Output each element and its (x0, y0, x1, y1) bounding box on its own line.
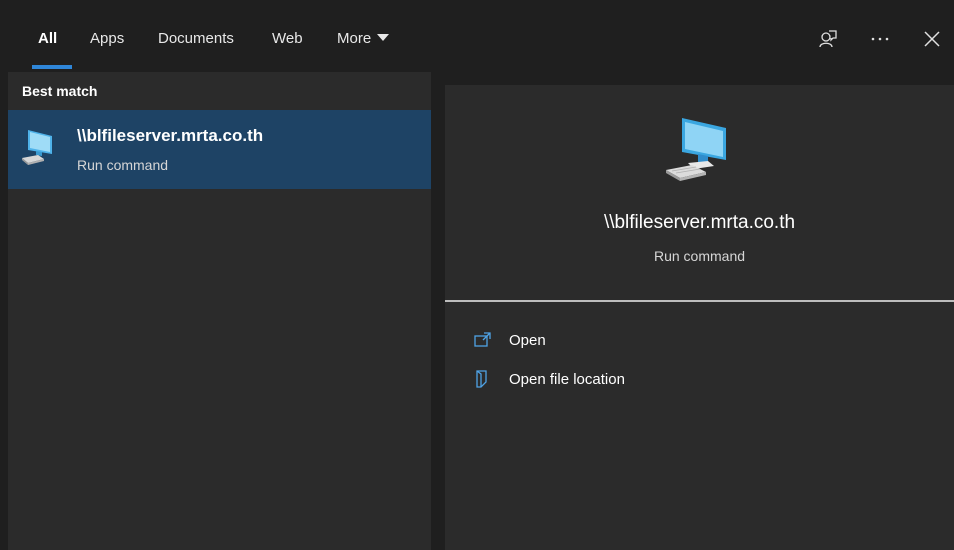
computer-icon (22, 130, 52, 165)
divider (445, 300, 954, 302)
tab-more[interactable]: More (337, 28, 390, 50)
best-match-heading: Best match (22, 83, 98, 99)
feedback-button[interactable] (813, 24, 843, 54)
chevron-down-icon (377, 34, 390, 41)
tab-apps[interactable]: Apps (90, 28, 124, 50)
more-options-icon (871, 37, 889, 41)
file-location-icon (473, 369, 493, 389)
detail-title: \\blfileserver.mrta.co.th (603, 212, 796, 233)
result-subtitle: Run command (77, 157, 169, 173)
search-tab-bar: All Apps Documents Web More (8, 0, 954, 72)
tab-documents[interactable]: Documents (158, 28, 234, 50)
open-label: Open (509, 331, 546, 349)
open-file-location-action[interactable]: Open file location (473, 367, 773, 391)
preview-pane: \\blfileserver.mrta.co.th Run command Op… (431, 72, 954, 550)
close-icon (924, 31, 940, 47)
tab-all[interactable]: All (38, 28, 57, 50)
open-icon (473, 330, 493, 350)
result-title: \\blfileserver.mrta.co.th (77, 126, 264, 145)
open-file-location-label: Open file location (509, 370, 625, 388)
search-window: All Apps Documents Web More Best match \… (8, 0, 954, 550)
detail-card: \\blfileserver.mrta.co.th Run command Op… (445, 85, 954, 550)
more-options-button[interactable] (865, 24, 895, 54)
active-tab-indicator (32, 65, 72, 69)
close-button[interactable] (917, 24, 947, 54)
computer-icon-large (666, 118, 726, 181)
best-match-result[interactable]: \\blfileserver.mrta.co.th Run command (8, 110, 431, 189)
tab-web[interactable]: Web (272, 28, 303, 50)
tab-more-label: More (337, 30, 372, 47)
detail-subtitle: Run command (653, 248, 746, 264)
feedback-icon (819, 30, 837, 48)
open-action[interactable]: Open (473, 328, 773, 352)
results-pane: Best match \\blfileserver.mrta.co.th Run… (8, 72, 431, 550)
